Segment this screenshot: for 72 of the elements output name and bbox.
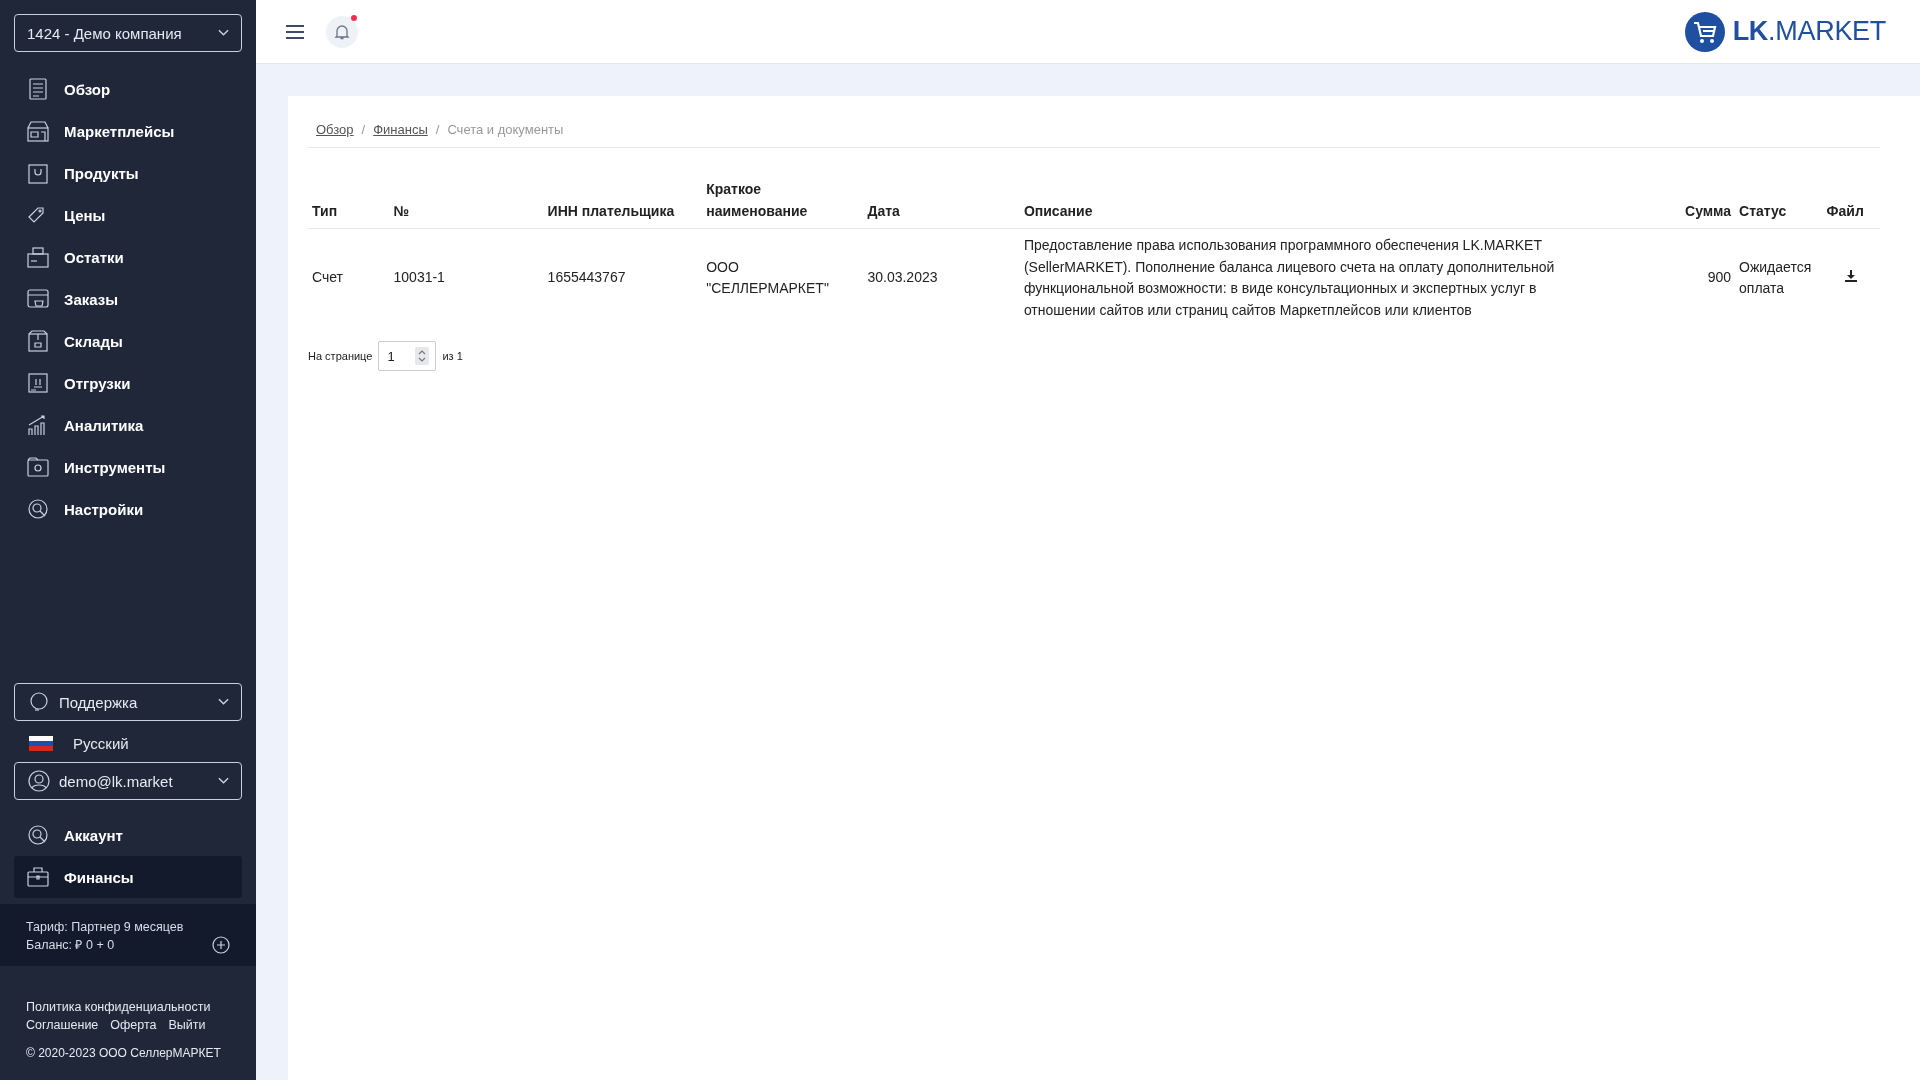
balance-text: Баланс: ₽ 0 + 0 — [26, 937, 116, 954]
footer-link[interactable]: Политика конфиденциальности — [26, 998, 211, 1016]
footer-link[interactable]: Выйти — [168, 1016, 206, 1034]
table-cell: 30.03.2023 — [867, 269, 938, 286]
box-icon — [26, 245, 50, 269]
table-cell: Счет — [312, 269, 343, 286]
nav-item[interactable]: Отгрузки — [14, 362, 242, 404]
logo-text: LK.MARKET — [1732, 16, 1886, 47]
nav-item[interactable]: Обзор — [14, 68, 242, 110]
settings-icon — [26, 497, 50, 521]
breadcrumb-link[interactable]: Обзор — [316, 122, 354, 137]
stepper-icon[interactable] — [415, 347, 430, 365]
shop-icon — [26, 119, 50, 143]
copyright-text: © 2020-2023 ООО СеллерМАРКЕТ — [26, 1045, 222, 1062]
chevron-down-icon — [218, 777, 229, 785]
nav-item[interactable]: Остатки — [14, 236, 242, 278]
column-header: Дата — [867, 203, 900, 219]
gear-search-icon — [26, 823, 50, 847]
flag-icon — [29, 735, 53, 752]
page-input[interactable]: 1 — [378, 341, 437, 371]
footer-link[interactable]: Соглашение — [26, 1016, 99, 1034]
support-select[interactable]: Поддержка — [14, 683, 242, 721]
footer-link[interactable]: Оферта — [110, 1016, 157, 1034]
table-cell: 10031-1 — [393, 269, 445, 286]
column-header: Тип — [312, 203, 338, 219]
table-cell-text: Предоставление права использования программного обеспечения LK.MARKET (SellerMARKET). Пополнение баланса лицевого счета на оплату дополнительной функциональной возможности: в виде консультационных и экспертных услуг в отношении сайтов или страниц сайтов Маркетплейсов или клиентов — [1023, 236, 1556, 320]
download-icon[interactable] — [1845, 270, 1858, 283]
nav-item[interactable]: Аналитика — [14, 404, 242, 446]
column-header: № — [393, 203, 410, 219]
bell-icon — [333, 22, 351, 41]
folder-gear-icon — [26, 455, 50, 479]
column-header: ИНН плательщика — [547, 203, 675, 219]
user-icon — [27, 769, 51, 793]
column-header: Сумма — [1685, 203, 1732, 219]
chevron-down-icon — [218, 698, 229, 706]
table-cell: Ожидается оплата — [1739, 258, 1812, 296]
column-header: Краткое наименование — [706, 181, 808, 219]
menu-icon[interactable] — [284, 23, 306, 40]
cart-logo-icon — [1684, 11, 1725, 52]
language-option[interactable]: Русский — [73, 735, 129, 752]
bag-icon — [26, 161, 50, 185]
nav-item[interactable]: Маркетплейсы — [14, 110, 242, 152]
nav-item[interactable]: Заказы — [14, 278, 242, 320]
breadcrumb-separator: / — [361, 122, 366, 137]
table-cell: 1655443767 — [547, 269, 626, 286]
nav-item[interactable]: Продукты — [14, 152, 242, 194]
user-select[interactable]: demo@lk.market — [14, 762, 242, 800]
pagination-label: На странице — [308, 350, 373, 362]
tariff-text: Тариф: Партнер 9 месяцев — [26, 919, 184, 936]
breadcrumb-current: Счета и документы — [447, 122, 564, 137]
basket-icon — [26, 287, 50, 311]
add-icon[interactable] — [212, 936, 230, 954]
column-header: Описание — [1023, 203, 1093, 219]
nav-item[interactable]: Финансы — [14, 856, 242, 898]
document-icon — [26, 77, 50, 101]
page-total: из 1 — [442, 350, 463, 362]
company-select[interactable]: 1424 - Демо компания — [14, 14, 242, 52]
nav-item[interactable]: Аккаунт — [14, 814, 242, 856]
nav-item[interactable]: Инструменты — [14, 446, 242, 488]
breadcrumb-separator: / — [435, 122, 440, 137]
nav-item[interactable]: Настройки — [14, 488, 242, 530]
column-header: Статус — [1739, 203, 1787, 219]
nav-item[interactable]: Цены — [14, 194, 242, 236]
table-cell: ООО "СЕЛЛЕРМАРКЕТ" — [706, 258, 829, 296]
package-icon — [26, 329, 50, 353]
column-header: Файл — [1826, 203, 1864, 219]
breadcrumb-link[interactable]: Финансы — [373, 122, 428, 137]
table-cell: 900 — [1707, 269, 1732, 286]
notification-button[interactable] — [326, 15, 358, 48]
nav-item[interactable]: Склады — [14, 320, 242, 362]
chevron-down-icon — [218, 29, 229, 37]
briefcase-icon — [26, 865, 50, 889]
